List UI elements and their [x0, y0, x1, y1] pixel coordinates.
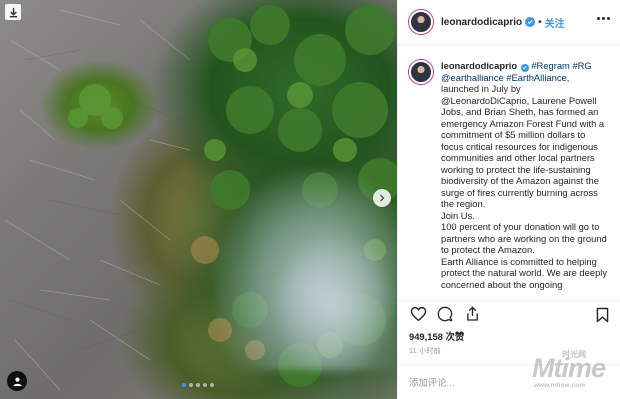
post-side-panel: leonardodicaprio • 关注 leonardodicaprio #…	[397, 0, 620, 399]
caption-avatar[interactable]	[409, 60, 433, 84]
verified-badge-icon	[520, 63, 529, 72]
download-icon[interactable]	[5, 4, 21, 20]
post-timestamp: 11 小时前	[409, 348, 442, 355]
verified-badge-icon	[525, 17, 536, 27]
mtime-watermark: Mtime 时光网 www.mtime.com	[532, 349, 614, 391]
more-dot	[602, 17, 605, 20]
caption-paragraph: @LeonardoDiCaprio, Laurene Powell Jobs, …	[441, 94, 605, 210]
comment-icon	[437, 306, 453, 321]
more-options-icon[interactable]	[597, 17, 610, 20]
share-icon	[466, 305, 478, 321]
caption-username[interactable]: leonardodicaprio	[441, 60, 517, 71]
separator-dot: •	[538, 16, 542, 28]
post-header: leonardodicaprio • 关注	[398, 0, 620, 45]
watermark-subtitle: 时光网	[562, 350, 586, 359]
comment-button[interactable]	[436, 305, 454, 323]
more-dot	[597, 17, 600, 20]
caption-line: Join Us.	[441, 209, 475, 221]
carousel-dot	[203, 383, 207, 387]
carousel-dot	[182, 383, 186, 387]
carousel-indicator	[182, 383, 214, 387]
instagram-post: leonardodicaprio • 关注 leonardodicaprio #…	[0, 0, 620, 399]
chevron-right-icon	[380, 194, 385, 202]
share-button[interactable]	[463, 305, 481, 323]
follow-button[interactable]: 关注	[545, 15, 565, 30]
post-photo[interactable]	[0, 0, 397, 399]
checkmark-icon	[527, 20, 533, 25]
avatar[interactable]	[409, 10, 433, 34]
like-count[interactable]: 949,158 次赞	[409, 329, 464, 343]
carousel-dot	[196, 383, 200, 387]
caption-paragraph: 100 percent of your donation will go to …	[441, 221, 607, 255]
carousel-next-button[interactable]	[373, 189, 391, 207]
carousel-dot	[210, 383, 214, 387]
download-arrow-icon	[9, 7, 17, 17]
caption-line: launched in July by	[441, 83, 521, 94]
bookmark-button[interactable]	[594, 306, 610, 324]
comment-input[interactable]	[409, 376, 529, 388]
author-username[interactable]: leonardodicaprio	[441, 17, 522, 28]
caption-area: leonardodicaprio #Regram #RG @earthallia…	[398, 46, 620, 298]
checkmark-icon	[522, 65, 527, 70]
carousel-dot	[189, 383, 193, 387]
caption-paragraph: Earth Alliance is committed to helping p…	[441, 255, 608, 290]
like-button[interactable]	[409, 305, 427, 323]
caption-hashtags[interactable]: #Regram #RG	[531, 60, 591, 71]
user-tag-icon	[12, 377, 22, 386]
action-bar	[398, 300, 620, 326]
more-dot	[607, 17, 610, 20]
watermark-url: www.mtime.com	[534, 382, 586, 389]
bookmark-icon	[596, 307, 608, 323]
user-tag-button[interactable]	[7, 371, 27, 391]
caption-mention-earthalliance[interactable]: @earthalliance #EarthAlliance,	[441, 72, 610, 84]
heart-icon	[410, 306, 426, 321]
caption-text: leonardodicaprio #Regram #RG @earthallia…	[441, 60, 610, 298]
smoke-plume	[270, 230, 397, 380]
